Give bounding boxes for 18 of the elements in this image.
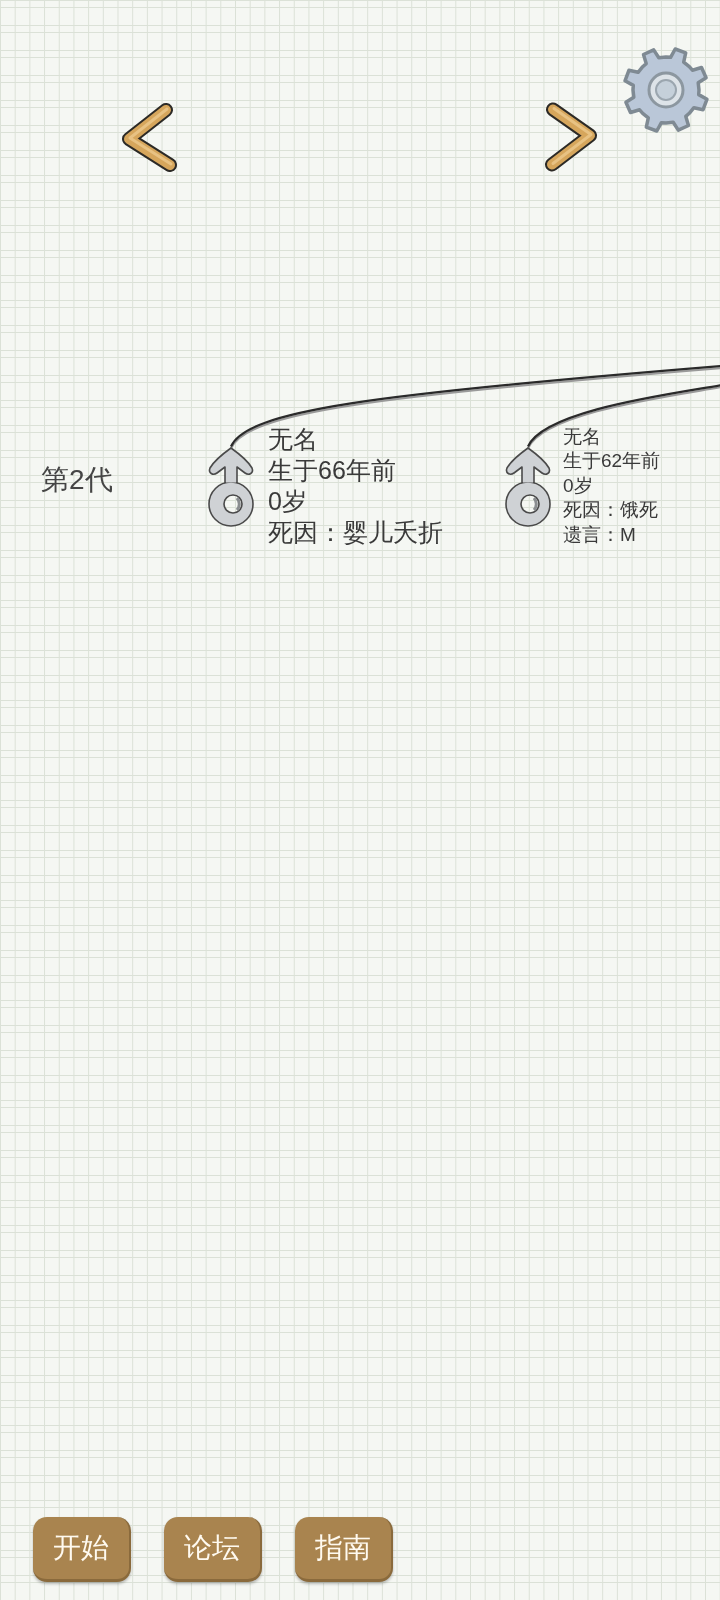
next-chevron-icon[interactable] (544, 101, 599, 172)
name-text: 无名 (268, 424, 319, 455)
male-symbol-icon (207, 445, 255, 527)
birth-text: 生于62年前 (563, 449, 661, 474)
cause-of-death-text: 死因：婴儿夭折 (268, 517, 443, 548)
guide-button[interactable]: 指南 (295, 1517, 393, 1582)
age-text: 0岁 (563, 473, 594, 498)
age-text: 0岁 (268, 486, 308, 517)
cause-of-death-text: 死因：饿死 (563, 498, 659, 523)
start-button[interactable]: 开始 (33, 1517, 131, 1582)
generation-label: 第2代 (41, 463, 113, 497)
previous-chevron-icon[interactable] (120, 102, 178, 172)
name-text: 无名 (563, 424, 602, 449)
male-symbol-icon (504, 445, 552, 527)
last-words-text: 遗言：M (563, 522, 637, 547)
birth-text: 生于66年前 (268, 455, 397, 486)
forum-button[interactable]: 论坛 (164, 1517, 262, 1582)
settings-icon[interactable] (622, 46, 710, 134)
